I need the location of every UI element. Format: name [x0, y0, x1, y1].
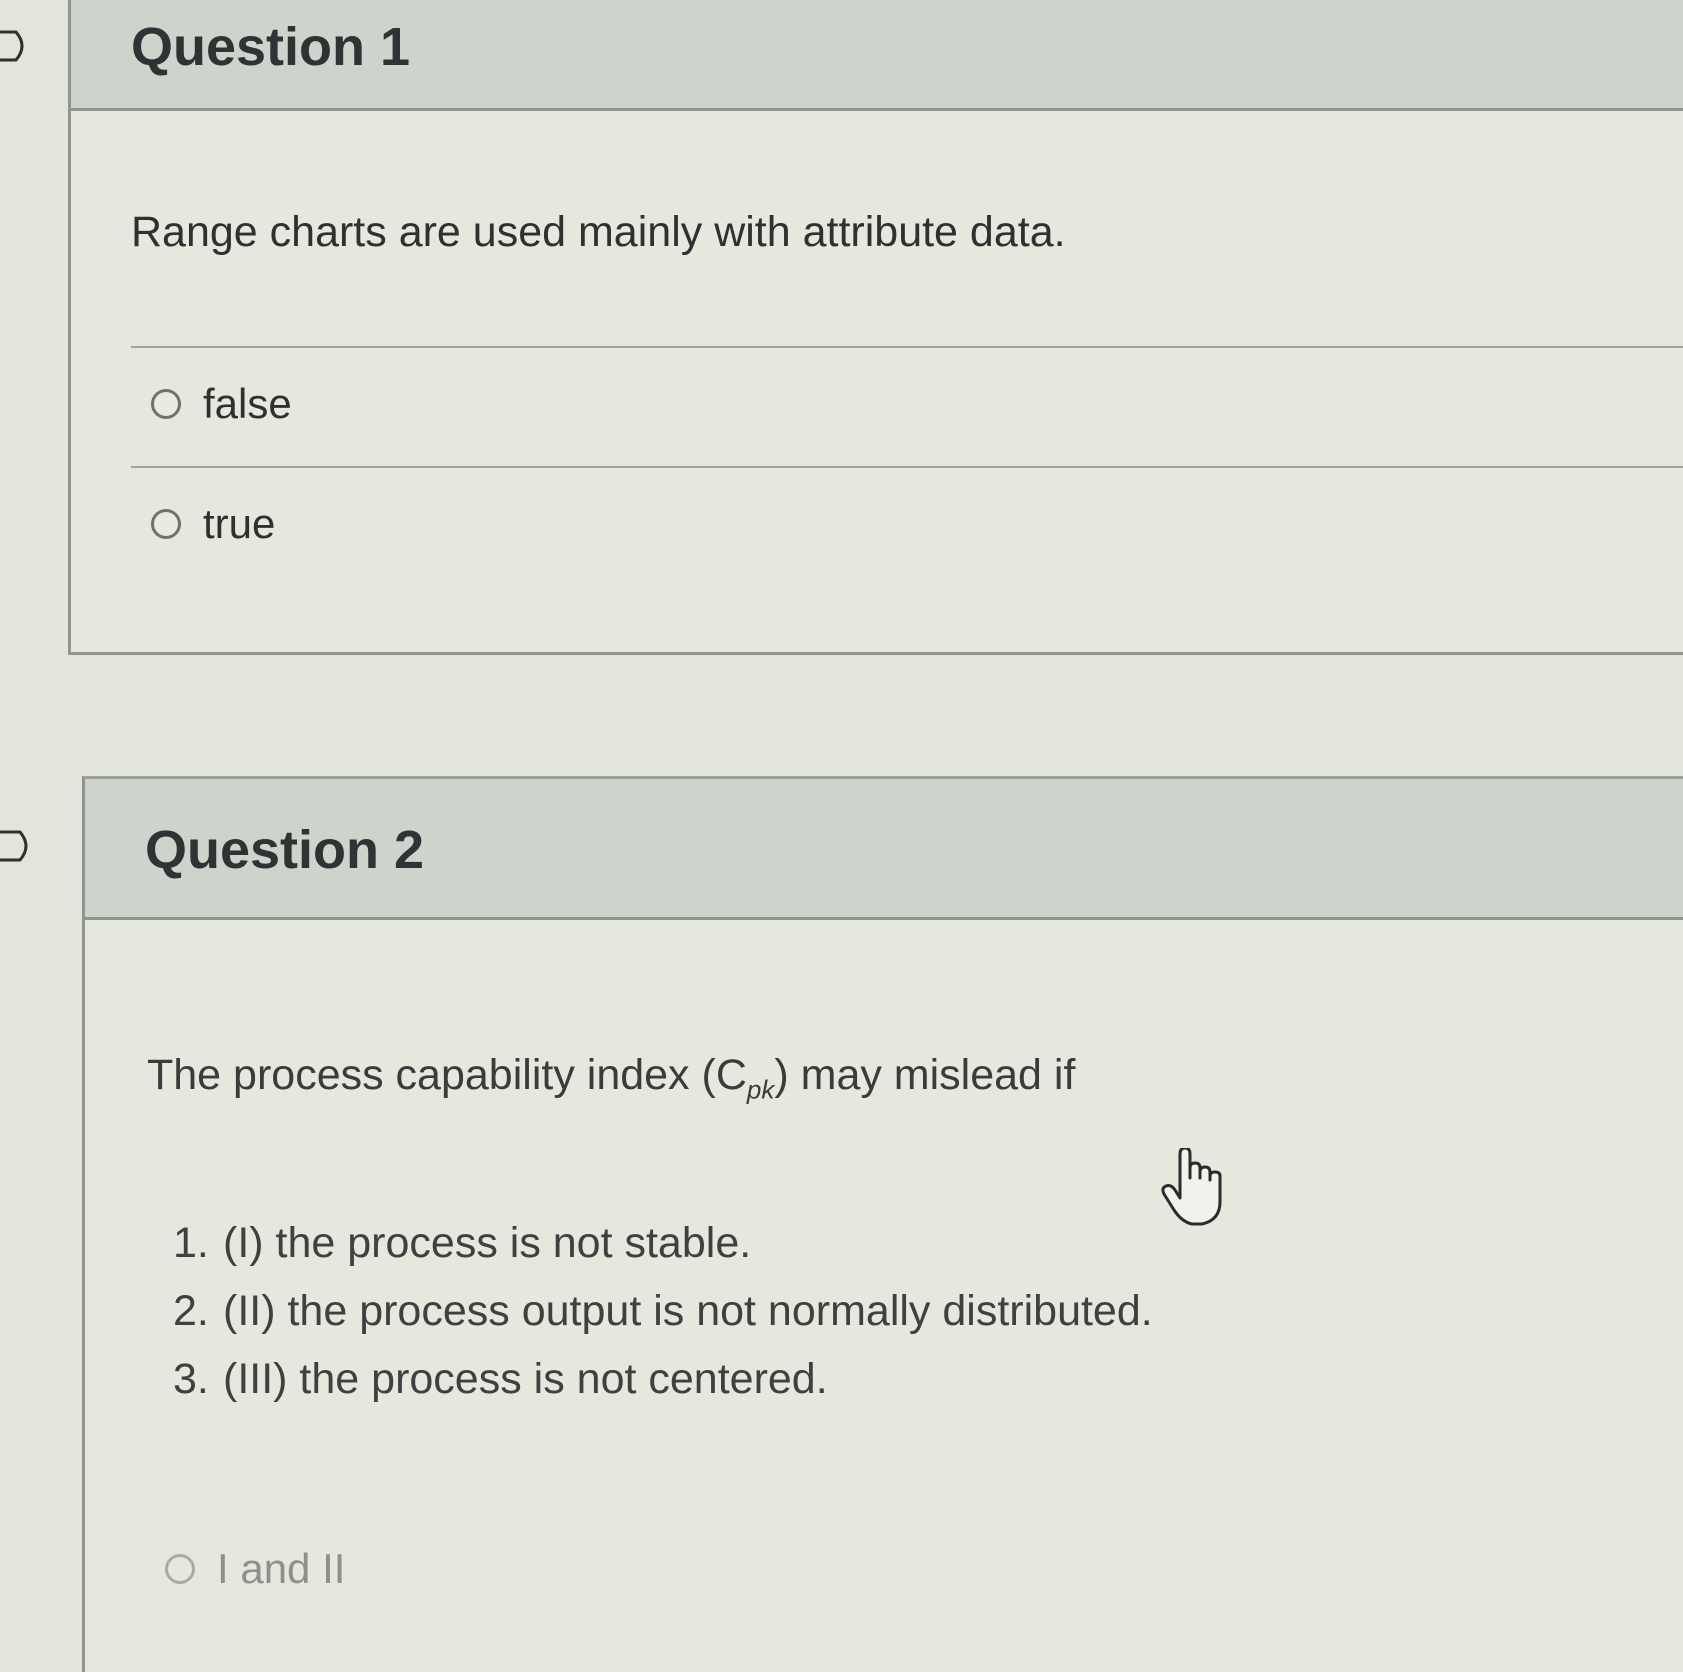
- condition-text: (III) the process is not centered.: [223, 1355, 828, 1403]
- condition-text: (II) the process output is not normally …: [223, 1287, 1153, 1335]
- question-2-header: Question 2: [85, 779, 1683, 920]
- quiz-page: Question 1 Range charts are used mainly …: [0, 0, 1683, 1672]
- condition-item: 1. (I) the process is not stable.: [173, 1209, 1153, 1277]
- condition-number: 3.: [173, 1355, 209, 1403]
- option-true[interactable]: true: [151, 494, 275, 554]
- condition-number: 2.: [173, 1287, 209, 1335]
- radio-unselected-icon[interactable]: [151, 389, 181, 419]
- question-1-text: Range charts are used mainly with attrib…: [131, 208, 1066, 256]
- question-1: Question 1 Range charts are used mainly …: [68, 0, 1683, 655]
- option-i-and-ii[interactable]: I and II: [165, 1539, 345, 1599]
- question-1-title: Question 1: [131, 17, 411, 77]
- option-label-true: true: [203, 500, 276, 547]
- question-2: Question 2 The process capability index …: [82, 776, 1683, 1672]
- option-divider: [131, 466, 1683, 468]
- condition-item: 2. (II) the process output is not normall…: [173, 1277, 1153, 1345]
- condition-number: 1.: [173, 1219, 209, 1267]
- option-label-false: false: [203, 380, 292, 427]
- option-false[interactable]: false: [151, 374, 292, 434]
- option-divider: [131, 346, 1683, 348]
- condition-item: 3. (III) the process is not centered.: [173, 1345, 1153, 1413]
- radio-unselected-icon[interactable]: [165, 1554, 195, 1584]
- option-label-i-and-ii: I and II: [217, 1545, 346, 1592]
- hand-pointer-icon: [1161, 1148, 1222, 1226]
- question-2-text: The process capability index (Cpk) may m…: [147, 1051, 1075, 1106]
- condition-list: 1. (I) the process is not stable. 2. (II) …: [173, 1209, 1153, 1413]
- question-2-text-start: The process capability index (C: [147, 1051, 747, 1099]
- radio-unselected-icon[interactable]: [151, 509, 181, 539]
- question-1-header: Question 1: [71, 0, 1683, 111]
- condition-text: (I) the process is not stable.: [223, 1219, 752, 1267]
- question-2-title: Question 2: [145, 820, 425, 880]
- flag-question-1-icon[interactable]: [0, 26, 40, 66]
- flag-question-2-icon[interactable]: [0, 826, 40, 866]
- cpk-subscript: pk: [746, 1074, 775, 1105]
- question-2-text-end: ) may mislead if: [774, 1051, 1076, 1099]
